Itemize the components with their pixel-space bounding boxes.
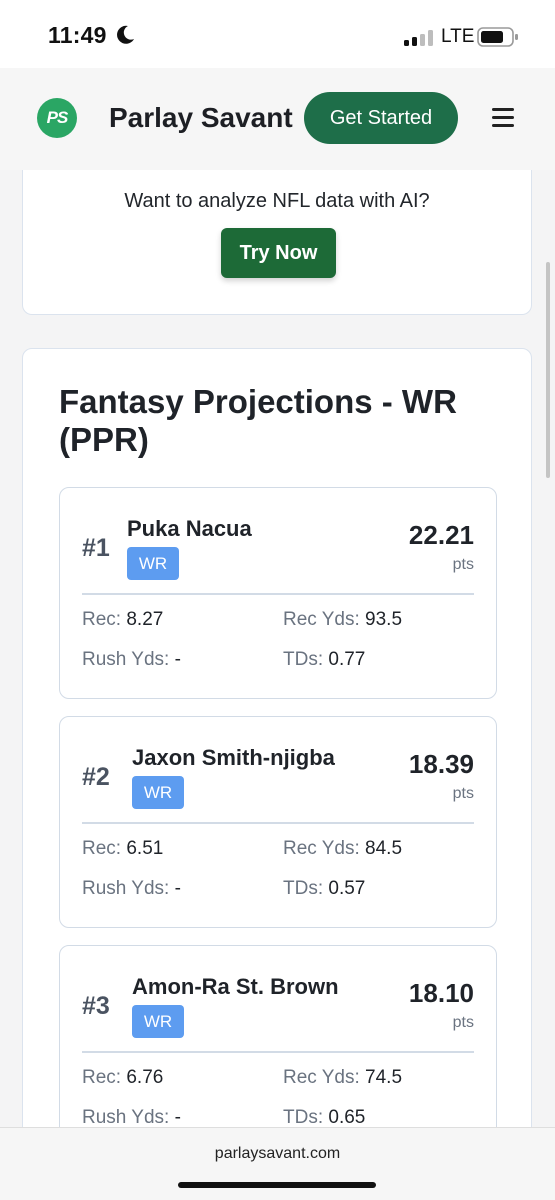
url-text[interactable]: parlaysavant.com xyxy=(0,1145,555,1163)
projections-card: Fantasy Projections - WR (PPR) #1 Puka N… xyxy=(22,348,532,1168)
network-label: LTE xyxy=(441,26,475,47)
browser-address-bar: parlaysavant.com xyxy=(0,1127,555,1200)
divider xyxy=(82,822,474,824)
player-name: Puka Nacua xyxy=(127,516,252,541)
stat-tds: TDs: 0.65 xyxy=(283,1107,366,1128)
status-bar: 11:49 LTE xyxy=(0,0,555,68)
site-header: PS Parlay Savant Get Started xyxy=(0,68,555,170)
stat-tds: TDs: 0.77 xyxy=(283,649,366,670)
player-rank: #1 xyxy=(82,534,110,562)
scrollbar[interactable] xyxy=(546,262,550,478)
position-badge: WR xyxy=(127,547,179,580)
points-label: pts xyxy=(452,785,474,802)
page-title: Fantasy Projections - WR (PPR) xyxy=(59,383,457,458)
player-name: Amon-Ra St. Brown xyxy=(132,974,339,999)
stat-rush-yds: Rush Yds: - xyxy=(82,649,181,670)
projected-points: 18.39 xyxy=(408,749,474,779)
battery-icon xyxy=(477,27,518,47)
moon-icon xyxy=(117,25,134,44)
stat-rush-yds: Rush Yds: - xyxy=(82,878,181,899)
signal-icon xyxy=(404,30,434,46)
stat-tds: TDs: 0.57 xyxy=(283,878,366,899)
try-now-button[interactable]: Try Now xyxy=(221,228,336,278)
player-rank: #2 xyxy=(82,763,110,791)
stat-rec-yds: Rec Yds: 74.5 xyxy=(283,1067,403,1088)
player-card[interactable]: #1 Puka Nacua WR 22.21 pts Rec: 8.27 Rec… xyxy=(59,487,497,699)
projected-points: 22.21 xyxy=(408,520,474,550)
promo-text: Want to analyze NFL data with AI? xyxy=(124,190,430,212)
stat-rec: Rec: 8.27 xyxy=(82,609,164,630)
player-card[interactable]: #2 Jaxon Smith-njigba WR 18.39 pts Rec: … xyxy=(59,716,497,928)
stat-rush-yds: Rush Yds: - xyxy=(82,1107,181,1128)
player-card[interactable]: #3 Amon-Ra St. Brown WR 18.10 pts Rec: 6… xyxy=(59,945,497,1157)
stat-rec-yds: Rec Yds: 84.5 xyxy=(283,838,403,859)
position-badge: WR xyxy=(132,776,184,809)
home-indicator[interactable] xyxy=(178,1182,376,1188)
stat-rec: Rec: 6.76 xyxy=(82,1067,164,1088)
promo-card: Want to analyze NFL data with AI? Try No… xyxy=(22,170,532,315)
player-name: Jaxon Smith-njigba xyxy=(132,745,335,770)
brand-name[interactable]: Parlay Savant xyxy=(109,102,293,134)
menu-icon[interactable] xyxy=(490,106,516,128)
logo[interactable]: PS xyxy=(37,98,77,138)
points-label: pts xyxy=(452,1014,474,1031)
points-label: pts xyxy=(452,556,474,573)
get-started-button[interactable]: Get Started xyxy=(304,92,458,144)
stat-rec-yds: Rec Yds: 93.5 xyxy=(283,609,403,630)
player-rank: #3 xyxy=(82,992,110,1020)
projected-points: 18.10 xyxy=(408,978,474,1008)
divider xyxy=(82,1051,474,1053)
status-time: 11:49 xyxy=(48,22,107,48)
position-badge: WR xyxy=(132,1005,184,1038)
stat-rec: Rec: 6.51 xyxy=(82,838,164,859)
divider xyxy=(82,593,474,595)
